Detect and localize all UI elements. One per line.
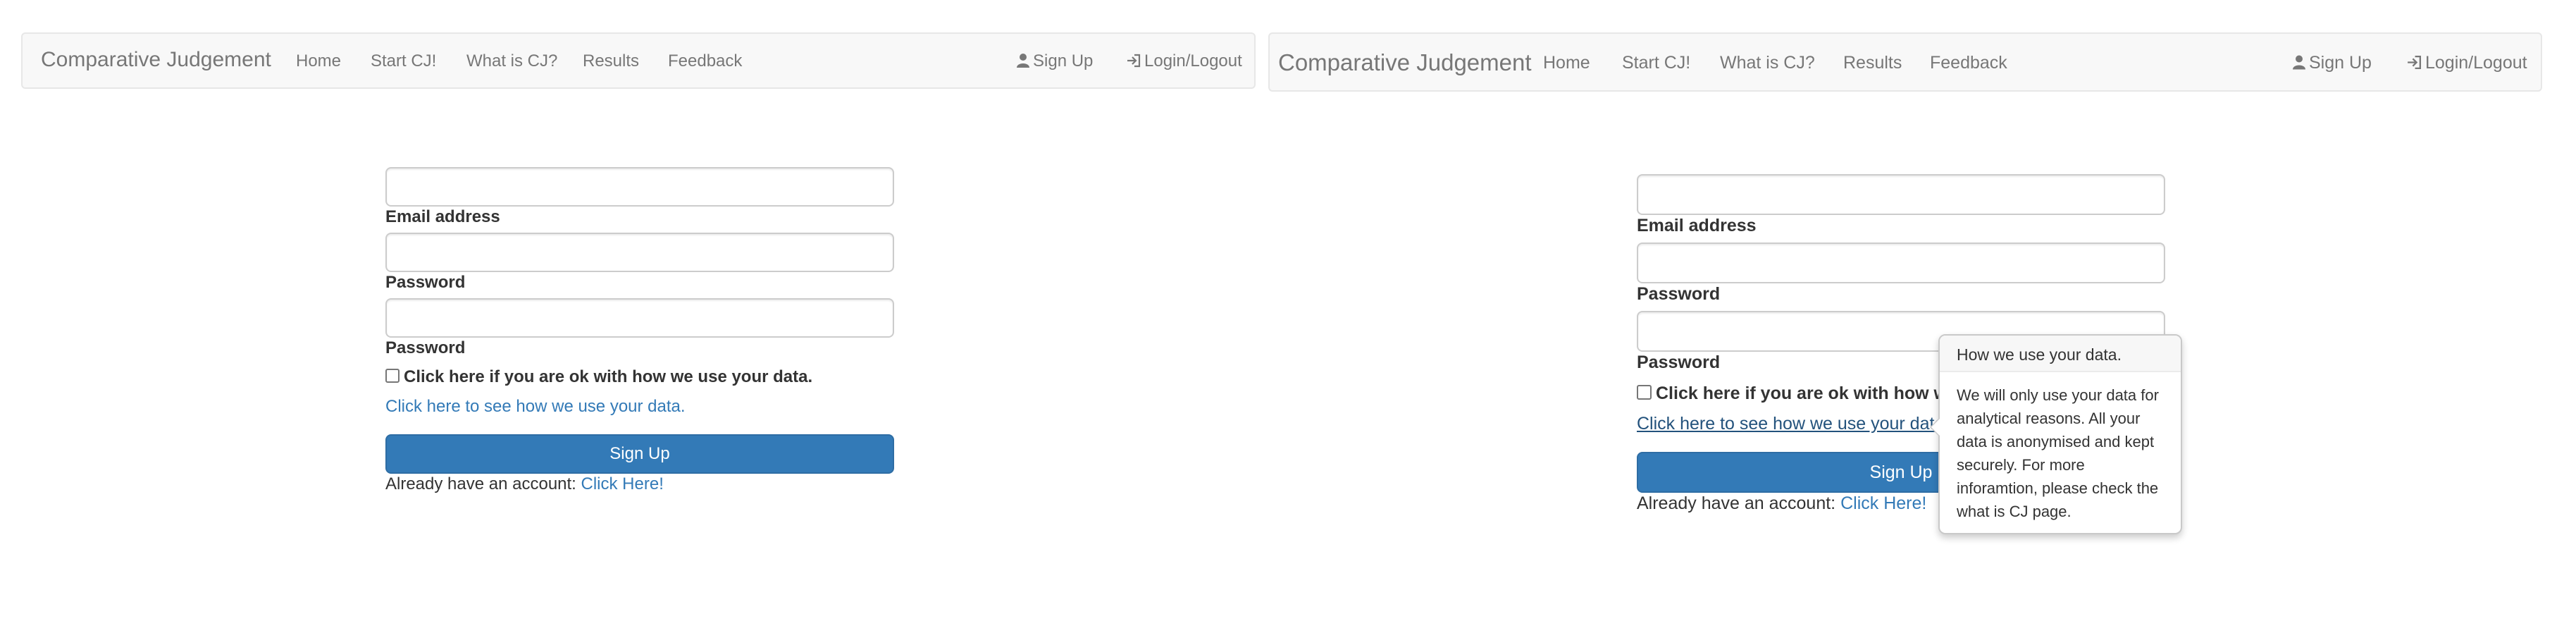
confirm-password-label: Password (1637, 352, 1721, 372)
consent-row: Click here if you are ok with how we use… (385, 367, 812, 387)
confirm-password-label: Password (385, 338, 466, 357)
password-input[interactable] (385, 298, 894, 338)
nav-link-what-is-cj[interactable]: What is CJ? (1720, 53, 1815, 73)
password-label: Password (1637, 284, 1721, 304)
consent-checkbox[interactable] (385, 369, 400, 383)
data-usage-popover: How we use your data. We will only use y… (1930, 334, 2182, 534)
username-input[interactable] (1637, 174, 2165, 215)
username-input[interactable] (385, 167, 894, 207)
email-input[interactable] (1637, 243, 2165, 283)
nav-link-home[interactable]: Home (296, 51, 341, 71)
nav-login-label: Login/Logout (2425, 53, 2527, 73)
user-icon (2292, 54, 2306, 75)
nav-link-home[interactable]: Home (1543, 53, 1590, 73)
navbar: Comparative Judgement Home Start CJ! Wha… (21, 32, 1256, 89)
nav-link-what-is-cj[interactable]: What is CJ? (466, 51, 557, 71)
email-label: Email address (1637, 216, 1757, 235)
nav-link-feedback[interactable]: Feedback (1930, 53, 2007, 73)
nav-signup-link[interactable]: Sign Up (1016, 51, 1093, 73)
account-prefix: Already have an account: (385, 474, 576, 493)
brand-link[interactable]: Comparative Judgement (41, 48, 271, 72)
login-icon (2406, 54, 2422, 75)
popover-arrow (1930, 417, 1940, 437)
nav-link-start-cj[interactable]: Start CJ! (371, 51, 436, 71)
popover-content: We will only use your data for analytica… (1957, 386, 2159, 520)
nav-signup-link[interactable]: Sign Up (2292, 53, 2372, 75)
navbar: Comparative Judgement Home Start CJ! Wha… (1268, 32, 2542, 92)
email-label: Email address (385, 207, 500, 226)
login-link[interactable]: Click Here! (581, 474, 664, 493)
nav-signup-label: Sign Up (1033, 51, 1094, 70)
nav-signup-label: Sign Up (2309, 53, 2372, 73)
signup-page-left: Comparative Judgement Home Start CJ! Wha… (21, 0, 1256, 626)
password-label: Password (385, 273, 466, 292)
login-link[interactable]: Click Here! (1840, 493, 1926, 513)
account-prefix: Already have an account: (1637, 493, 1836, 513)
account-row: Already have an account: Click Here! (385, 474, 664, 494)
brand-link[interactable]: Comparative Judgement (1278, 49, 1532, 76)
signup-button[interactable]: Sign Up (385, 434, 894, 474)
consent-checkbox[interactable] (1637, 385, 1652, 400)
data-usage-link[interactable]: Click here to see how we use your data. (385, 397, 686, 417)
signup-page-right: Comparative Judgement Home Start CJ! Wha… (1268, 0, 2542, 626)
nav-link-feedback[interactable]: Feedback (668, 51, 742, 71)
popover-title: How we use your data. (1940, 336, 2181, 372)
nav-login-label: Login/Logout (1144, 51, 1242, 70)
consent-label: Click here if you are ok with how we use… (404, 367, 813, 386)
login-icon (1126, 53, 1141, 73)
nav-link-start-cj[interactable]: Start CJ! (1622, 53, 1690, 73)
nav-link-results[interactable]: Results (1843, 53, 1902, 73)
user-icon (1016, 53, 1030, 73)
data-usage-link[interactable]: Click here to see how we use your data. (1637, 414, 1949, 434)
nav-login-link[interactable]: Login/Logout (1126, 51, 1242, 73)
nav-link-results[interactable]: Results (583, 51, 639, 71)
account-row: Already have an account: Click Here! (1637, 493, 1926, 514)
nav-login-link[interactable]: Login/Logout (2406, 53, 2527, 75)
email-input[interactable] (385, 233, 894, 272)
